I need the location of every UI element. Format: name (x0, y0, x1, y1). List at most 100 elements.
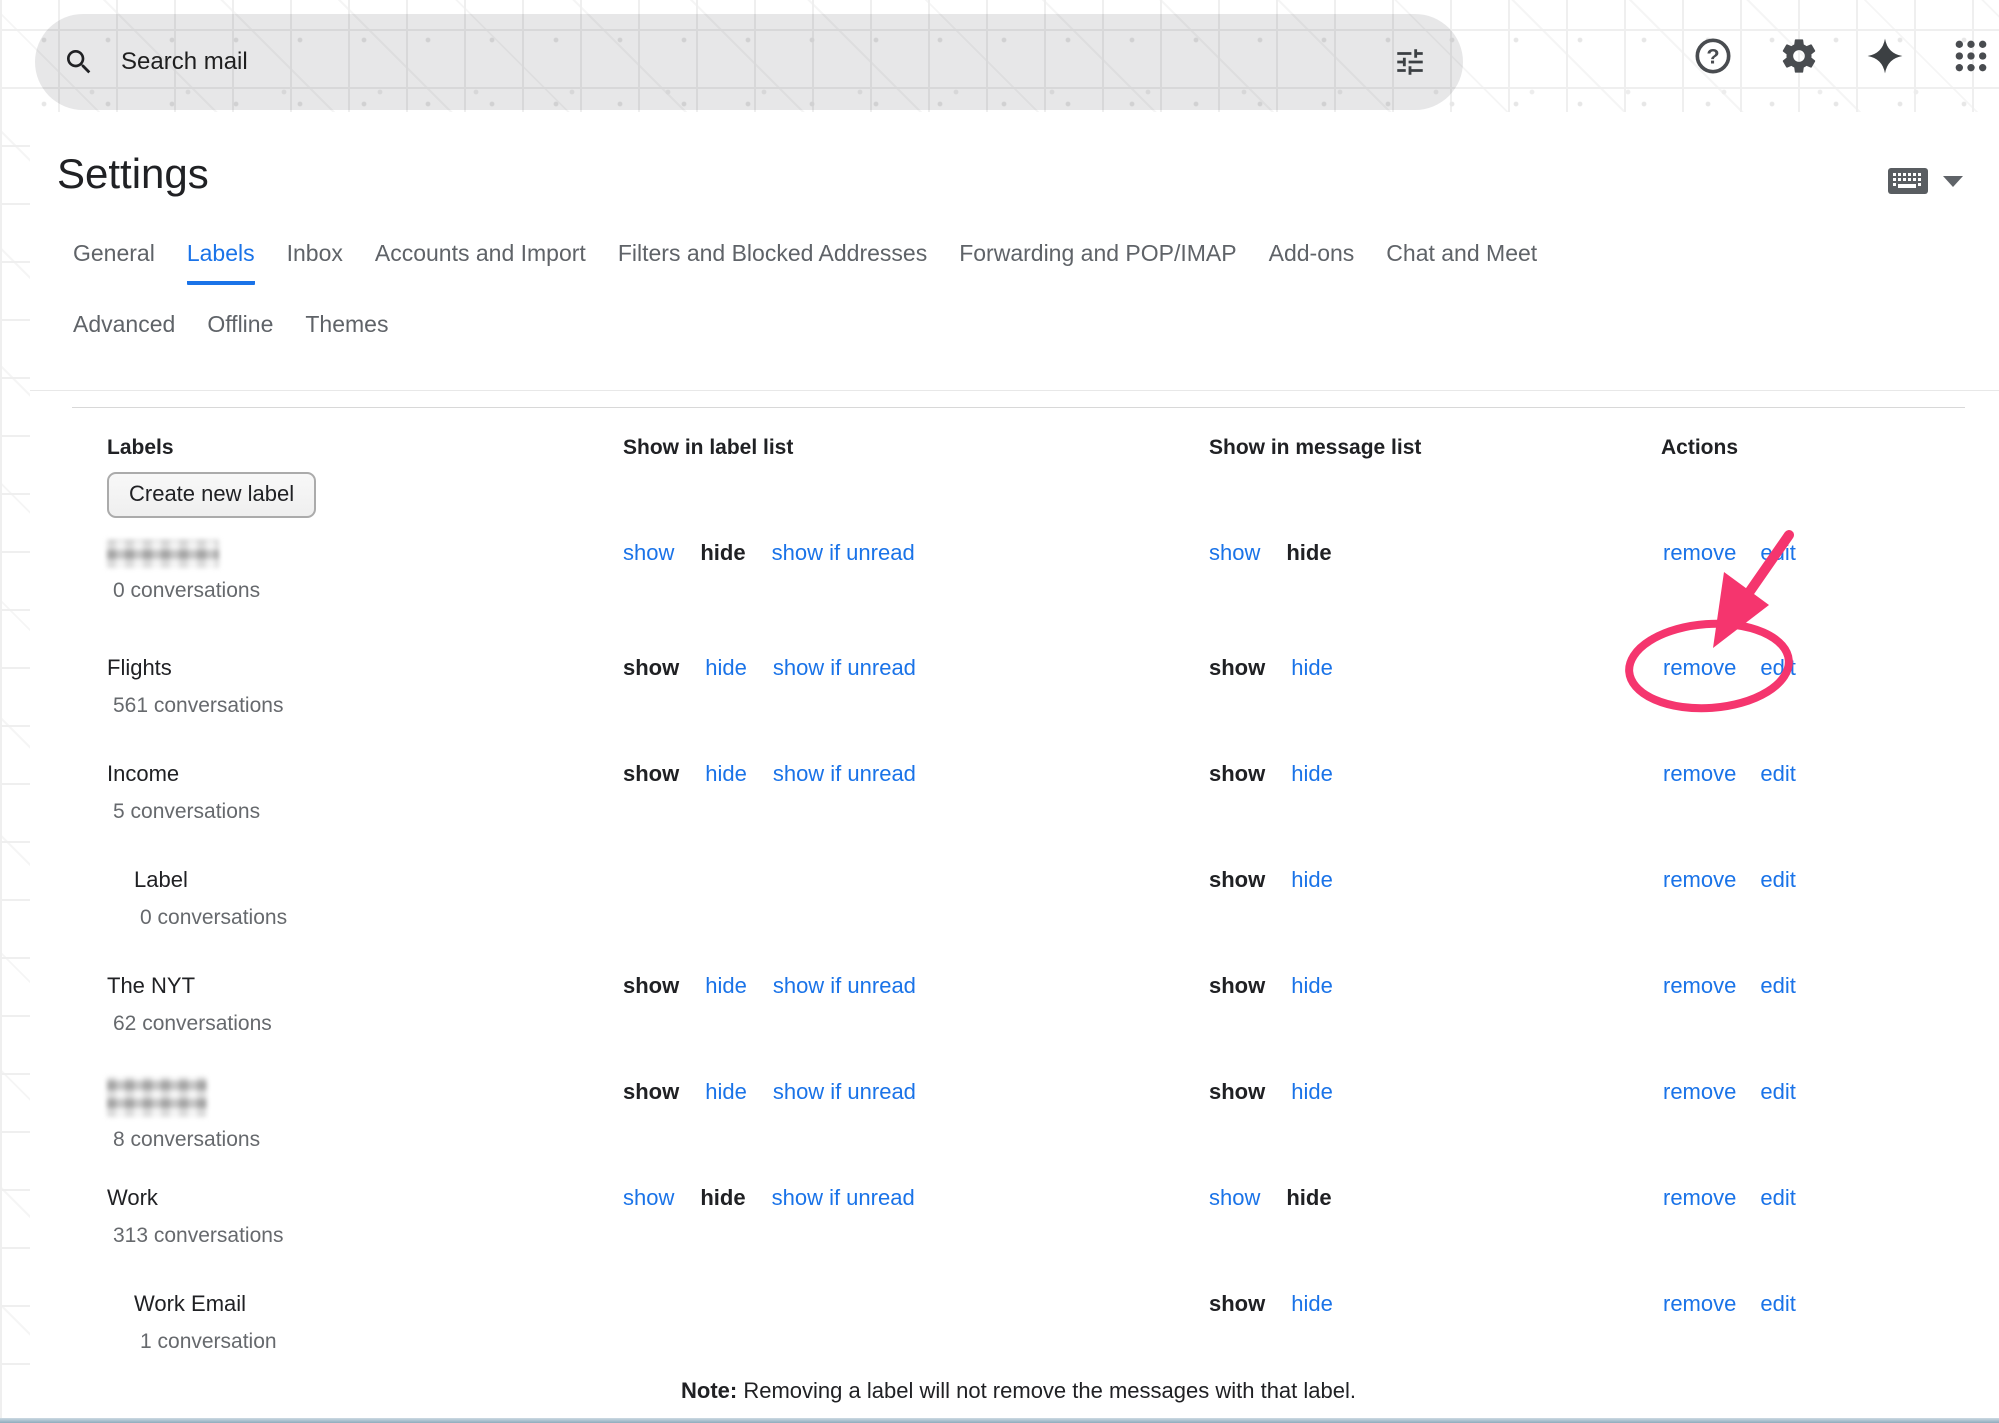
label-cell: Flights561 conversations (72, 653, 623, 759)
option-hide[interactable]: hide (1291, 653, 1333, 683)
conversation-count: 8 conversations (72, 1127, 623, 1153)
show-in-message-list-options: show hide (1209, 653, 1661, 759)
option-hide[interactable]: hide (705, 653, 747, 683)
redacted-label-name (107, 540, 219, 568)
tab-chat-and-meet[interactable]: Chat and Meet (1386, 240, 1537, 285)
show-in-label-list-options: showhideshow if unread (623, 1183, 1209, 1289)
option-show: show (1209, 971, 1265, 1001)
option-remove[interactable]: remove (1663, 759, 1736, 789)
footer-note: Note: Removing a label will not remove t… (72, 1378, 1965, 1404)
option-edit[interactable]: edit (1760, 1289, 1795, 1319)
table-row: 8 conversations show hide show if unread sho… (72, 1077, 1965, 1183)
note-prefix: Note: (681, 1378, 737, 1403)
search-bar[interactable]: Search mail (35, 14, 1463, 110)
option-remove[interactable]: remove (1663, 865, 1736, 895)
gemini-sparkle-icon[interactable] (1863, 34, 1907, 78)
tab-forwarding-and-pop-imap[interactable]: Forwarding and POP/IMAP (959, 240, 1236, 285)
option-edit[interactable]: edit (1760, 538, 1795, 568)
option-remove[interactable]: remove (1663, 1183, 1736, 1213)
tab-inbox[interactable]: Inbox (287, 240, 343, 285)
option-edit[interactable]: edit (1760, 865, 1795, 895)
tab-filters-and-blocked-addresses[interactable]: Filters and Blocked Addresses (618, 240, 927, 285)
option-edit[interactable]: edit (1760, 971, 1795, 1001)
option-show-if-unread[interactable]: show if unread (772, 1183, 915, 1213)
label-name: Label (72, 865, 623, 895)
option-hide[interactable]: hide (1291, 1289, 1333, 1319)
option-hide: hide (1286, 538, 1331, 568)
row-actions: remove edit (1661, 1077, 1965, 1183)
label-name (72, 1077, 623, 1117)
apps-grid-icon[interactable] (1949, 34, 1993, 78)
conversation-count: 0 conversations (72, 578, 623, 604)
label-cell: Income5 conversations (72, 759, 623, 865)
option-hide[interactable]: hide (705, 971, 747, 1001)
option-hide[interactable]: hide (1291, 865, 1333, 895)
note-body: Removing a label will not remove the mes… (737, 1378, 1356, 1403)
bottom-window-edge (0, 1418, 1999, 1423)
table-row: Work313 conversationsshowhideshow if unr… (72, 1183, 1965, 1289)
search-input[interactable]: Search mail (121, 48, 248, 76)
option-remove[interactable]: remove (1663, 971, 1736, 1001)
label-cell: 0 conversations (72, 538, 623, 653)
option-show: show (1209, 1077, 1265, 1107)
show-in-message-list-options: show hide (1209, 1077, 1661, 1183)
option-hide[interactable]: hide (1291, 1077, 1333, 1107)
option-remove[interactable]: remove (1663, 653, 1736, 683)
option-show: show (1209, 865, 1265, 895)
tab-accounts-and-import[interactable]: Accounts and Import (375, 240, 586, 285)
page-title: Settings (57, 148, 1999, 200)
option-edit[interactable]: edit (1760, 759, 1795, 789)
keyboard-icon (1887, 166, 1929, 196)
option-edit[interactable]: edit (1760, 653, 1795, 683)
label-cell: The NYT62 conversations (72, 971, 623, 1077)
row-actions: remove edit (1661, 759, 1965, 865)
option-edit[interactable]: edit (1760, 1077, 1795, 1107)
row-actions: remove edit (1661, 865, 1965, 971)
settings-gear-icon[interactable] (1777, 34, 1821, 78)
option-show: show (1209, 653, 1265, 683)
settings-panel: Settings General Labels Inbox Accounts and … (30, 112, 1999, 1423)
search-options-icon[interactable] (1393, 45, 1427, 79)
conversation-count: 5 conversations (72, 799, 623, 825)
tab-advanced[interactable]: Advanced (73, 311, 175, 352)
tab-themes[interactable]: Themes (305, 311, 388, 352)
option-remove[interactable]: remove (1663, 1289, 1736, 1319)
help-icon[interactable]: ? (1691, 34, 1735, 78)
create-new-label-button[interactable]: Create new label (107, 472, 316, 518)
show-in-message-list-options: show hide (1209, 971, 1661, 1077)
chevron-down-icon (1943, 176, 1963, 187)
tab-general[interactable]: General (73, 240, 155, 285)
option-show[interactable]: show (623, 1183, 674, 1213)
option-show-if-unread[interactable]: show if unread (773, 971, 916, 1001)
option-show: show (623, 653, 679, 683)
label-name: Work Email (72, 1289, 623, 1319)
option-hide[interactable]: hide (1291, 759, 1333, 789)
show-in-label-list-options: show hide show if unread (623, 653, 1209, 759)
conversation-count: 0 conversations (72, 905, 623, 931)
label-name: The NYT (72, 971, 623, 1001)
option-hide[interactable]: hide (1291, 971, 1333, 1001)
table-row: Label 0 conversations show hide remove edit (72, 865, 1965, 971)
tab-labels[interactable]: Labels (187, 240, 255, 285)
label-name: Work (72, 1183, 623, 1213)
tab-offline[interactable]: Offline (207, 311, 273, 352)
option-show-if-unread[interactable]: show if unread (773, 1077, 916, 1107)
row-actions: remove edit (1661, 538, 1965, 653)
option-hide[interactable]: hide (705, 759, 747, 789)
option-show-if-unread[interactable]: show if unread (772, 538, 915, 568)
tab-add-ons[interactable]: Add-ons (1269, 240, 1355, 285)
option-show[interactable]: show (1209, 1183, 1260, 1213)
show-in-label-list-options: showhideshow if unread (623, 971, 1209, 1077)
input-tools-toggle[interactable] (1887, 166, 1963, 196)
option-remove[interactable]: remove (1663, 538, 1736, 568)
column-header-show-in-label-list: Show in label list (623, 436, 1209, 460)
option-edit[interactable]: edit (1760, 1183, 1795, 1213)
conversation-count: 1 conversation (72, 1329, 623, 1355)
option-hide[interactable]: hide (705, 1077, 747, 1107)
option-show[interactable]: show (623, 538, 674, 568)
option-show-if-unread[interactable]: show if unread (773, 759, 916, 789)
option-show[interactable]: show (1209, 538, 1260, 568)
option-show-if-unread[interactable]: show if unread (773, 653, 916, 683)
table-row: The NYT62 conversations show hide show if u… (72, 971, 1965, 1077)
option-remove[interactable]: remove (1663, 1077, 1736, 1107)
